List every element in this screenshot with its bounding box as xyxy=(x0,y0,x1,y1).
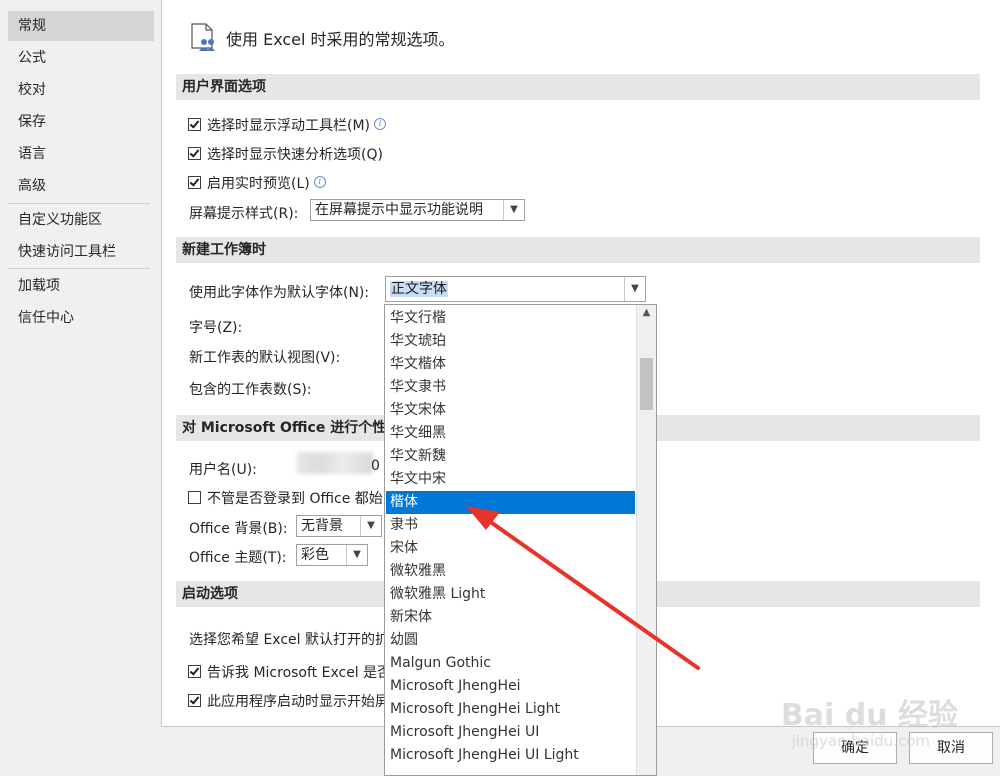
red-arrow-annotation xyxy=(466,506,700,670)
